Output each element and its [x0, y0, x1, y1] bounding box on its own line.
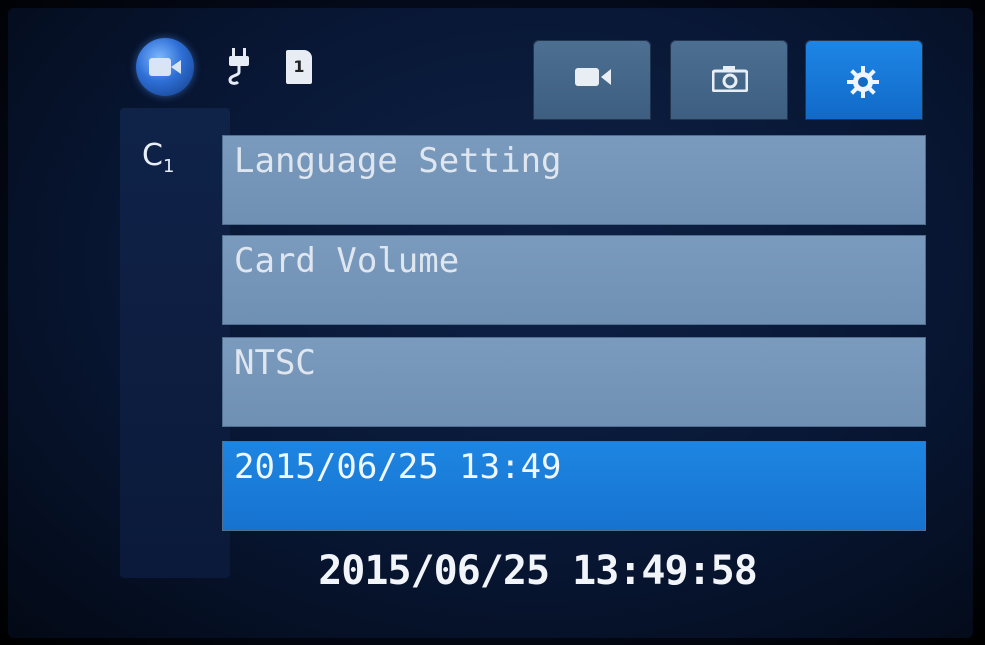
left-panel [120, 108, 230, 578]
loop-symbol: C [142, 138, 163, 173]
device-frame: 1 C1 Language Setting Card Volume NTSC 2… [0, 0, 985, 645]
sd-card-icon: 1 [286, 50, 312, 84]
tab-photo[interactable] [670, 40, 788, 120]
video-camera-icon [136, 38, 194, 96]
sd-card-number: 1 [293, 57, 305, 76]
loop-index: 1 [162, 156, 175, 177]
menu-item-label: NTSC [234, 343, 316, 383]
photo-camera-icon [712, 66, 748, 92]
current-datetime: 2015/06/25 13:49:58 [318, 548, 758, 594]
tab-video[interactable] [533, 40, 651, 120]
menu-item-label: 2015/06/25 13:49 [234, 447, 562, 487]
gear-icon [847, 66, 879, 98]
tab-settings[interactable] [805, 40, 923, 120]
menu-item-card-volume[interactable]: Card Volume [222, 235, 926, 325]
video-camera-icon [575, 68, 611, 86]
power-plug-icon [228, 48, 249, 85]
menu-item-label: Card Volume [234, 241, 460, 281]
menu-item-label: Language Setting [234, 141, 562, 181]
menu-item-date-time[interactable]: 2015/06/25 13:49 [222, 441, 926, 531]
loop-recording-indicator: C1 [142, 138, 174, 177]
menu-item-language-setting[interactable]: Language Setting [222, 135, 926, 225]
menu-item-ntsc[interactable]: NTSC [222, 337, 926, 427]
